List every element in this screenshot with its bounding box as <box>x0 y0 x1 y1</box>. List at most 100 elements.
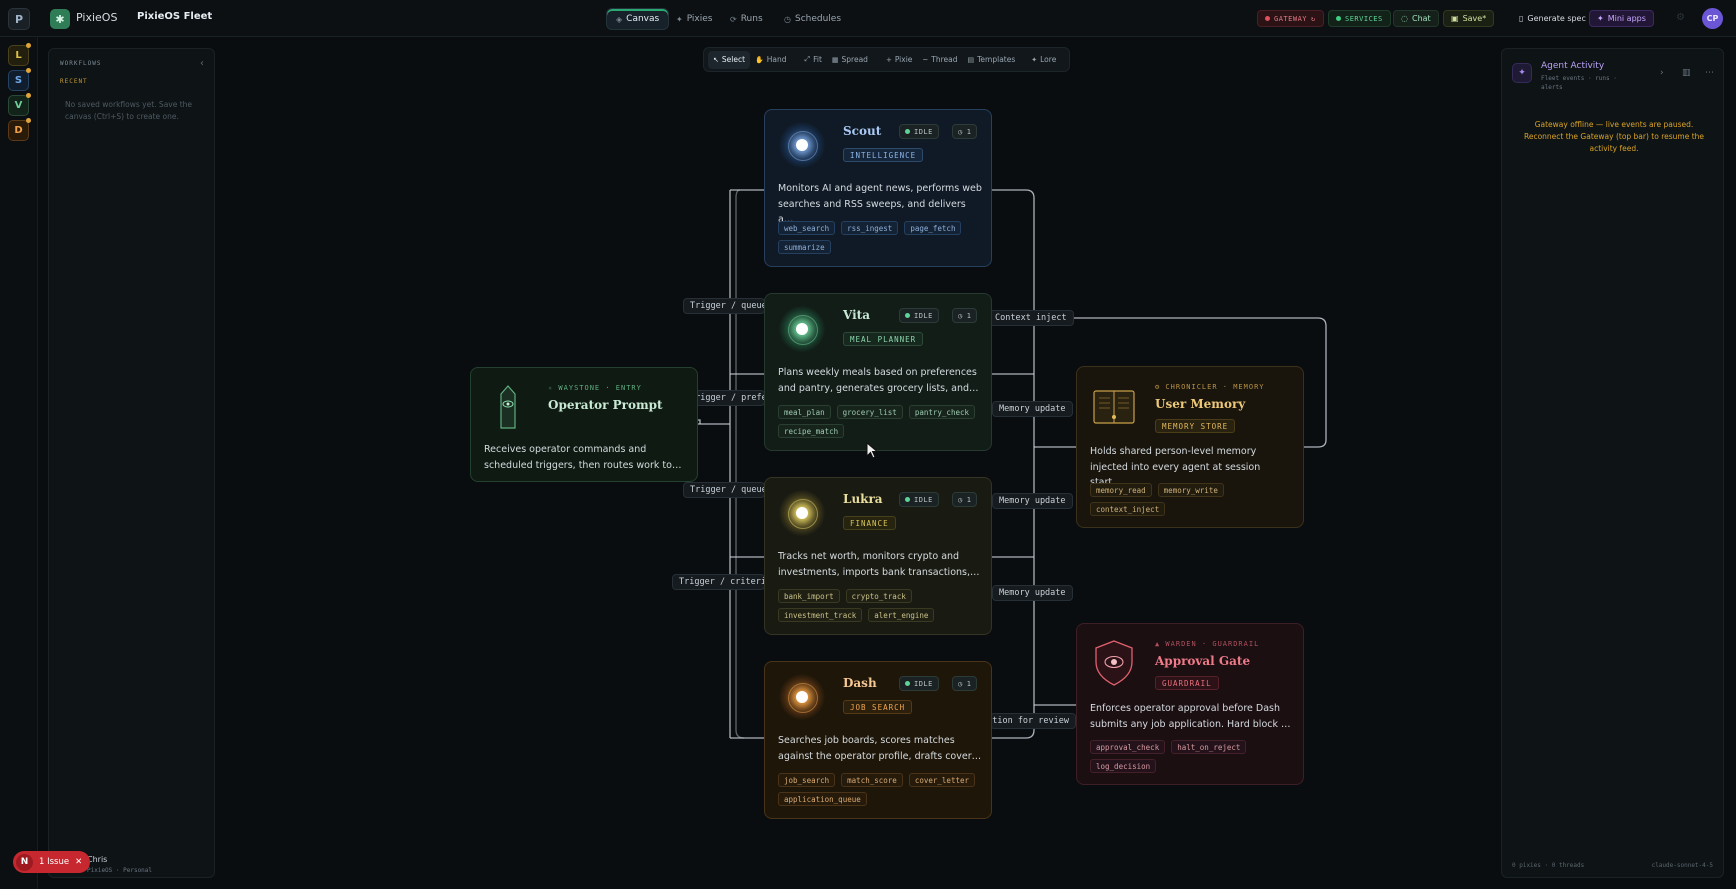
layout-icon[interactable]: ▥ <box>1682 68 1691 78</box>
node-approval-gate[interactable]: ▲ WARDEN · GUARDRAIL Approval Gate GUARD… <box>1076 623 1304 785</box>
chat-icon: ◌ <box>1401 14 1408 23</box>
tool-select[interactable]: ↖ Select <box>708 50 751 69</box>
waystone-icon <box>485 382 531 432</box>
close-icon[interactable]: ✕ <box>75 857 82 867</box>
tab-pixies[interactable]: ✦ Pixies <box>667 8 722 30</box>
tab-label: Runs <box>740 14 763 24</box>
run-count-badge: ◷ 1 <box>952 124 978 139</box>
settings-icon[interactable]: ⚙ <box>1676 12 1688 24</box>
status-badge: IDLE <box>899 308 939 323</box>
status-dot-icon <box>905 497 910 502</box>
status-dot-icon <box>905 129 910 134</box>
gateway-offline-notice: Gateway offline — live events are paused… <box>1523 120 1705 153</box>
issue-avatar: N <box>16 853 33 871</box>
node-tags: memory_read memory_write context_inject <box>1090 483 1296 516</box>
node-tags: approval_check halt_on_reject log_decisi… <box>1090 740 1296 773</box>
tag: memory_write <box>1157 483 1224 497</box>
tag: pantry_check <box>908 405 976 419</box>
tag: alert_engine <box>868 608 935 622</box>
tool-lore[interactable]: ✦ Lore <box>1026 51 1061 69</box>
run-count-badge: ◷ 1 <box>952 308 978 323</box>
tool-fit[interactable]: ⤢ Fit <box>799 51 826 69</box>
clock-icon: ◷ <box>958 127 963 136</box>
tag: crypto_track <box>845 589 912 603</box>
save-button[interactable]: ▣ Save* <box>1443 10 1495 27</box>
tool-pixie[interactable]: + Pixie <box>881 51 917 69</box>
run-count: 1 <box>966 127 972 136</box>
node-lukra[interactable]: Lukra FINANCE IDLE ◷ 1 Tracks net worth, … <box>764 477 992 635</box>
gateway-status-button[interactable]: GATEWAY ↻ <box>1257 10 1324 27</box>
status-badge: IDLE <box>899 676 939 691</box>
chevron-right-icon[interactable]: › <box>1660 68 1664 78</box>
node-operator-prompt[interactable]: ✧ WAYSTONE · ENTRY Operator Prompt Recei… <box>470 367 698 482</box>
tab-canvas[interactable]: ◈ Canvas <box>606 8 670 30</box>
services-status-button[interactable]: SERVICES <box>1328 10 1391 27</box>
edge-label-memory-update-3: Memory update <box>992 585 1073 601</box>
status-dot-icon <box>1265 16 1270 21</box>
tag: rss_ingest <box>841 221 899 235</box>
collapse-icon[interactable]: ‹ <box>200 58 204 69</box>
tool-templates[interactable]: ▤ Templates <box>963 51 1021 69</box>
templates-icon: ▤ <box>967 55 975 64</box>
tag: meal_plan <box>778 405 831 419</box>
fleet-name[interactable]: PixieOS Fleet <box>137 11 212 22</box>
run-count: 1 <box>966 311 972 320</box>
rail-item-v[interactable]: V <box>8 93 31 116</box>
cursor-icon: ↖ <box>713 55 719 64</box>
shield-icon <box>1091 638 1137 688</box>
issue-badge[interactable]: N 1 Issue ✕ <box>13 851 91 873</box>
more-icon[interactable]: ⋯ <box>1705 68 1714 78</box>
tab-schedules[interactable]: ◷ Schedules <box>775 8 850 30</box>
rail-item-d[interactable]: D <box>8 118 31 141</box>
generate-spec-label: Generate spec <box>1527 14 1586 23</box>
clock-icon: ◷ <box>958 495 963 504</box>
user-name: Chris <box>87 855 108 864</box>
reconnect-icon: ↻ <box>1311 14 1316 23</box>
tab-runs[interactable]: ⟳ Runs <box>721 8 772 30</box>
dash-orb-icon <box>779 674 825 720</box>
status-dot-icon <box>1336 16 1341 21</box>
activity-icon: ✦ <box>1512 63 1532 83</box>
node-role-badge: INTELLIGENCE <box>843 148 924 162</box>
node-user-memory[interactable]: ⚙ CHRONICLER · MEMORY User Memory MEMORY… <box>1076 366 1304 528</box>
tool-thread[interactable]: ~ Thread <box>917 51 962 69</box>
status-label: IDLE <box>914 127 933 136</box>
tag: investment_track <box>778 608 863 622</box>
rail-item-s[interactable]: S <box>8 68 31 91</box>
node-tags: job_search match_score cover_letter appl… <box>778 773 984 806</box>
profile-avatar[interactable]: CP <box>1702 8 1723 29</box>
tool-label: Templates <box>977 55 1016 64</box>
workflows-panel: WORKFLOWS ‹ RECENT No saved workflows ye… <box>48 48 215 878</box>
generate-spec-button[interactable]: ▯ Generate spec <box>1512 10 1593 27</box>
node-role-badge: GUARDRAIL <box>1155 676 1219 690</box>
workspace-avatar[interactable]: P <box>8 8 30 30</box>
mini-apps-button[interactable]: ✦ Mini apps <box>1589 10 1654 27</box>
run-count: 1 <box>966 679 972 688</box>
node-vita[interactable]: Vita MEAL PLANNER IDLE ◷ 1 Plans weekly m… <box>764 293 992 451</box>
mouse-cursor-icon <box>866 442 878 459</box>
clock-icon: ◷ <box>958 679 963 688</box>
tag: summarize <box>778 240 831 254</box>
edge-label-trigger-queue-1: Trigger / queue <box>683 298 765 314</box>
save-label: Save* <box>1462 14 1487 23</box>
notification-dot <box>26 118 31 123</box>
node-name: Lukra <box>843 492 883 506</box>
grid-icon: ▦ <box>831 55 839 64</box>
node-dash[interactable]: Dash JOB SEARCH IDLE ◷ 1 Searches job boa… <box>764 661 992 819</box>
model-name: claude-sonnet-4-5 <box>1651 862 1713 869</box>
tool-hand[interactable]: ✋ Hand <box>750 51 791 69</box>
tool-spread[interactable]: ▦ Spread <box>827 51 873 69</box>
tag: application_queue <box>778 792 867 806</box>
rail-item-l[interactable]: L <box>8 43 31 66</box>
rail-letter: S <box>14 75 23 86</box>
node-scout[interactable]: Scout INTELLIGENCE IDLE ◷ 1 Monitors AI a… <box>764 109 992 267</box>
document-icon: ▯ <box>1519 14 1524 23</box>
node-role-badge: JOB SEARCH <box>843 700 913 714</box>
node-name: Scout <box>843 124 882 138</box>
chat-button[interactable]: ◌ Chat <box>1393 10 1439 27</box>
gateway-label: GATEWAY <box>1274 14 1308 23</box>
pixieos-logo-icon: ✱ <box>50 9 70 29</box>
edge-label-memory-update-2: Memory update <box>992 493 1073 509</box>
rail-letter: L <box>15 50 22 61</box>
save-icon: ▣ <box>1451 14 1459 23</box>
